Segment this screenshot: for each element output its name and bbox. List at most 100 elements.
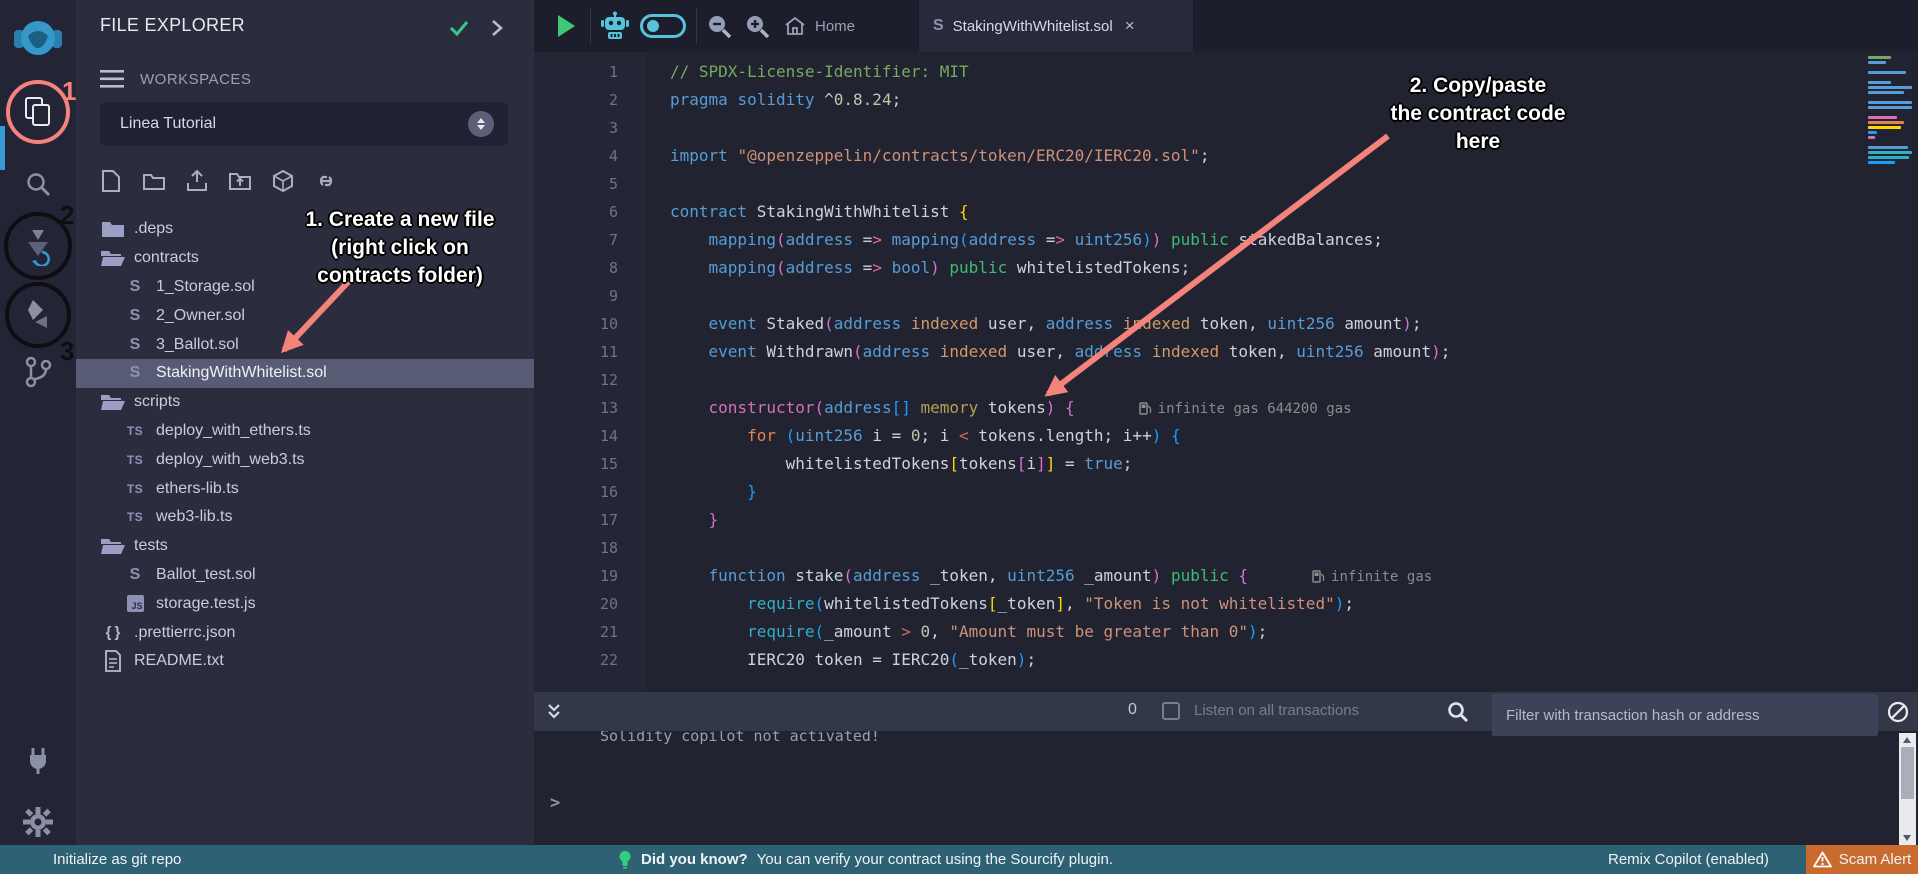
code-line-18 [670,534,1450,562]
sidebar-item-settings[interactable] [0,804,76,840]
code-line-6: contract StakingWithWhitelist { [670,198,1450,226]
files-icon [23,96,53,128]
tree-item-.prettierrc.json[interactable]: { }.prettierrc.json [76,618,534,647]
code-line-10: event Staked(address indexed user, addre… [670,310,1450,338]
workspace-caret-icon[interactable] [468,111,494,137]
line-number: 4 [534,142,646,170]
terminal-prompt: > [550,793,560,813]
line-number: 22 [534,646,646,674]
scroll-up-icon[interactable] [1903,737,1911,743]
new-file-button[interactable] [98,168,124,194]
zoom-in-button[interactable] [744,13,772,46]
line-number: 5 [534,170,646,198]
line-number: 19 [534,562,646,590]
sidebar-item-search[interactable] [0,166,76,202]
terminal-collapse-icon[interactable] [546,702,562,727]
workspaces-row: WORKSPACES [100,70,251,88]
code-line-20: require(whitelistedTokens[_token], "Toke… [670,590,1450,618]
link-github-button[interactable] [313,168,339,194]
solidity-file-icon: S [933,17,944,35]
line-number: 21 [534,618,646,646]
code-line-5 [670,170,1450,198]
code-line-19: function stake(address _token, uint256 _… [670,562,1450,590]
terminal-toolbar: 0 Listen on all transactions [534,692,1918,731]
tree-item-deploy_with_web3.ts[interactable]: TSdeploy_with_web3.ts [76,445,534,474]
line-number: 10 [534,310,646,338]
chevron-right-icon[interactable] [490,18,504,43]
sidebar-item-solidity-compiler[interactable] [0,226,76,266]
gas-estimate-annotation: infinite gas [1312,569,1432,585]
tree-item-Ballot_test.sol[interactable]: SBallot_test.sol [76,561,534,590]
listen-checkbox[interactable] [1162,702,1180,720]
tree-item-StakingWithWhitelist.sol[interactable]: SStakingWithWhitelist.sol [76,359,534,388]
workspaces-label: WORKSPACES [140,71,251,88]
tree-item-ethers-lib.ts[interactable]: TSethers-lib.ts [76,474,534,503]
template-cube-button[interactable] [270,168,296,194]
hamburger-menu-icon[interactable] [100,70,124,88]
remix-logo-icon [12,14,64,66]
tree-item-tests[interactable]: tests [76,532,534,561]
line-number: 11 [534,338,646,366]
listen-label: Listen on all transactions [1194,702,1359,719]
annotation-step1: 1. Create a new file (right click on con… [240,206,560,290]
folder-icon [101,220,125,238]
tree-item-web3-lib.ts[interactable]: TSweb3-lib.ts [76,503,534,532]
scam-alert-button[interactable]: Scam Alert [1806,845,1918,874]
tree-item-deploy_with_ethers.ts[interactable]: TSdeploy_with_ethers.ts [76,417,534,446]
sidebar-item-git[interactable] [0,352,76,392]
transaction-filter-input[interactable] [1492,694,1878,736]
copilot-status[interactable]: Remix Copilot (enabled) [1608,851,1769,868]
clear-console-icon[interactable] [1886,700,1910,729]
minimap[interactable] [1868,56,1914,166]
terminal-output[interactable]: Solidity copilot not activated! > [534,731,1918,845]
tip-title: Did you know? [641,851,748,868]
sidebar-item-plugin-manager[interactable] [0,742,76,778]
line-number: 15 [534,450,646,478]
git-init-button[interactable]: Initialize as git repo [53,851,181,868]
solidity-file-icon: S [130,364,141,382]
tree-item-3_Ballot.sol[interactable]: S3_Ballot.sol [76,330,534,359]
copilot-robot-icon[interactable] [600,11,630,46]
sidebar-item-deploy-run[interactable] [0,296,76,336]
code-line-21: require(_amount > 0, "Amount must be gre… [670,618,1450,646]
solidity-file-icon: S [130,566,141,584]
upload-file-button[interactable] [184,168,210,194]
active-plugin-indicator [0,126,5,170]
left-icon-rail: 1 2 3 [0,0,76,845]
line-number: 20 [534,590,646,618]
copilot-toggle[interactable] [640,14,686,38]
sidebar-item-file-explorer[interactable] [0,92,76,132]
terminal-search-icon[interactable] [1446,700,1470,729]
code-line-11: event Withdrawn(address indexed user, ad… [670,338,1450,366]
code-line-8: mapping(address => bool) public whitelis… [670,254,1450,282]
tab-close-icon[interactable]: × [1125,16,1135,36]
file-toolbar [98,168,339,194]
terminal-scrollbar[interactable] [1899,733,1916,845]
transaction-count: 0 [1128,701,1137,719]
line-number: 3 [534,114,646,142]
tree-item-README.txt[interactable]: README.txt [76,647,534,676]
scrollbar-thumb[interactable] [1901,747,1914,799]
run-script-button[interactable] [558,15,575,37]
text-file-icon [104,650,122,672]
home-tab[interactable]: Home [784,0,855,52]
code-line-16: } [670,478,1450,506]
code-editor[interactable]: // SPDX-License-Identifier: MITpragma so… [646,52,1918,692]
tab-label: StakingWithWhitelist.sol [953,18,1113,35]
file-explorer-panel: FILE EXPLORER WORKSPACES Linea Tutorial [76,0,534,845]
folder-open-icon [100,249,126,267]
zoom-out-button[interactable] [706,13,734,46]
line-number: 12 [534,366,646,394]
new-folder-button[interactable] [141,168,167,194]
tree-item-2_Owner.sol[interactable]: S2_Owner.sol [76,301,534,330]
javascript-file-icon: JS [127,595,144,612]
remix-logo[interactable] [0,12,76,68]
tree-item-scripts[interactable]: scripts [76,388,534,417]
workspace-selector[interactable]: Linea Tutorial [100,102,508,146]
tree-item-storage.test.js[interactable]: JSstorage.test.js [76,589,534,618]
scroll-down-icon[interactable] [1903,835,1911,841]
tab-staking-with-whitelist[interactable]: S StakingWithWhitelist.sol × [918,0,1194,52]
line-number: 18 [534,534,646,562]
upload-folder-button[interactable] [227,168,253,194]
accept-check-icon[interactable] [448,18,470,43]
